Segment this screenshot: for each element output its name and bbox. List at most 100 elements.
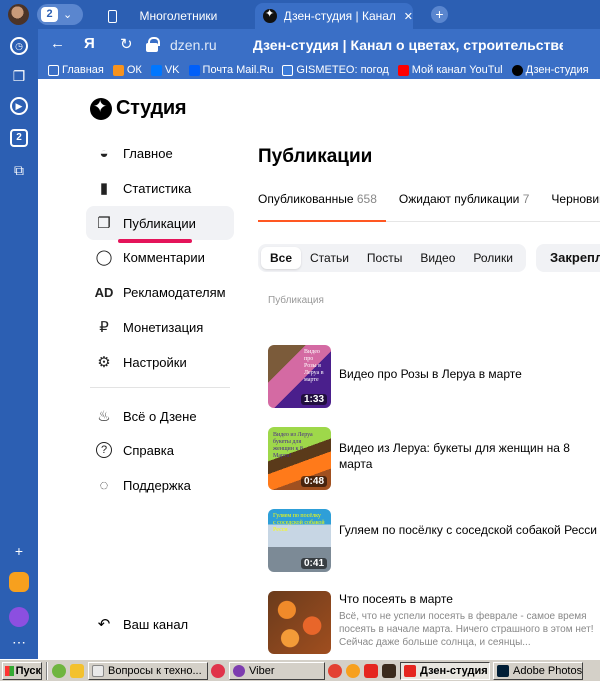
tab-drafts[interactable]: Черновики	[551, 192, 600, 206]
browser-tab-bar: 2 ⌄ Многолетники Дзен-студия | Канал о ц…	[0, 0, 600, 29]
address-bar: ← Я ↻ dzen.ru Дзен-студия | Канал о цвет…	[38, 29, 600, 61]
stats-icon: ▮	[99, 180, 109, 197]
fire-icon: ♨	[97, 408, 111, 425]
publication-row[interactable]: Видео из Леруа букеты для женщин к 8 Мар…	[268, 427, 598, 490]
sidebar-item-label: Монетизация	[123, 319, 204, 335]
filter-articles[interactable]: Статьи	[301, 247, 358, 269]
bookmark-youtube[interactable]: Мой канал YouTul	[397, 64, 503, 76]
filter-all[interactable]: Все	[261, 247, 302, 269]
taskbar-item-questions[interactable]: Вопросы к техно...	[88, 661, 208, 680]
pinned-button[interactable]: Закрепленные	[536, 244, 600, 272]
taskbar-item-dzen-studio[interactable]: Дзен-студия | ...	[400, 661, 490, 680]
viber-icon	[233, 664, 245, 677]
thumbnail-caption: Гуляем по посёлку с соседской собакой Ре…	[273, 513, 325, 533]
tab-scheduled[interactable]: Ожидают публикации 7	[399, 192, 529, 206]
sidebar-item-comments[interactable]: ◯ Комментарии	[86, 240, 234, 274]
bookmark-label: ОК	[126, 64, 142, 76]
publication-text[interactable]: Что посеять в марте Всё, что не успели п…	[339, 591, 598, 654]
taskbar-item-photoshop[interactable]: Adobe Photosh...	[493, 661, 583, 680]
publication-row[interactable]: Что посеять в марте Всё, что не успели п…	[268, 591, 598, 654]
sidebar-item-label: Главное	[123, 145, 173, 161]
publication-thumbnail[interactable]: Гуляем по посёлку с соседской собакой Ре…	[268, 509, 331, 572]
yandex-icon[interactable]	[364, 663, 378, 678]
yandex-browser-icon	[404, 664, 416, 677]
app-icon[interactable]	[346, 663, 360, 678]
collections-icon[interactable]: ❐	[10, 67, 28, 85]
new-tab-button[interactable]: +	[431, 6, 448, 23]
vk-icon	[150, 64, 162, 76]
taskbar-item-viber[interactable]: Viber	[229, 661, 325, 680]
app-icon[interactable]	[211, 663, 225, 678]
filter-shorts[interactable]: Ролики	[464, 247, 522, 269]
sidebar-item-support[interactable]: ◌ Поддержка	[86, 468, 234, 502]
filter-video[interactable]: Видео	[411, 247, 464, 269]
browser-tab-dzen-studio[interactable]: Дзен-студия | Канал о цветах ✕	[255, 3, 413, 29]
tab-label: Ожидают публикации	[398, 192, 520, 206]
browser-tab-mnogoletniki[interactable]: Многолетники	[98, 3, 250, 29]
publication-thumbnail[interactable]	[268, 591, 331, 654]
video-duration: 0:48	[300, 476, 327, 487]
sidebar-item-settings[interactable]: ⚙ Настройки	[86, 345, 234, 379]
taskbar-item-label: Вопросы к техно...	[108, 664, 202, 677]
publication-row[interactable]: Видео про Розы в Леруа в марте 1:33 Виде…	[268, 345, 598, 408]
quicklaunch-icon[interactable]	[52, 663, 66, 678]
tab-count-badge: 2	[41, 7, 58, 22]
publication-title[interactable]: Гуляем по посёлку с соседской собакой Ре…	[339, 509, 597, 572]
publications-icon: ❐	[97, 215, 111, 232]
studio-logo[interactable]: Студия	[90, 97, 187, 120]
publication-thumbnail[interactable]: Видео про Розы в Леруа в марте 1:33	[268, 345, 331, 408]
url-field[interactable]: dzen.ru Дзен-студия | Канал о цветах, ст…	[146, 33, 574, 57]
sidebar-item-label: Статистика	[123, 180, 192, 196]
screenshot-icon[interactable]: ⧉	[10, 161, 28, 179]
bookmark-ok[interactable]: ОК	[112, 64, 142, 76]
publication-title[interactable]: Видео про Розы в Леруа в марте	[339, 345, 522, 408]
publication-title[interactable]: Видео из Леруа: букеты для женщин на 8 м…	[339, 427, 598, 490]
bookmark-gismeteo[interactable]: GISMETEO: погод	[282, 64, 389, 76]
sidebar-item-advertisers[interactable]: AD Рекламодателям	[86, 275, 234, 309]
bookmark-vk[interactable]: VK	[150, 64, 180, 76]
close-icon[interactable]: ✕	[404, 10, 413, 23]
dzen-icon	[511, 64, 523, 76]
publication-thumbnail[interactable]: Видео из Леруа букеты для женщин к 8 Мар…	[268, 427, 331, 490]
tab-group-counter[interactable]: 2 ⌄	[37, 4, 83, 25]
app-icon[interactable]	[9, 572, 29, 592]
bookmark-label: Дзен-студия	[525, 64, 589, 76]
ok-icon	[112, 64, 124, 76]
sidebar-item-main[interactable]: ◒ Главное	[86, 136, 234, 170]
game-icon[interactable]	[382, 663, 396, 678]
more-icon[interactable]: ⋯	[10, 633, 28, 651]
bookmark-mail[interactable]: Почта Mail.Ru	[188, 64, 274, 76]
tab-published[interactable]: Опубликованные 658	[258, 192, 377, 206]
sidebar-item-stats[interactable]: ▮ Статистика	[86, 171, 234, 205]
add-icon[interactable]: +	[10, 542, 28, 560]
back-arrow-icon[interactable]: ←	[50, 35, 65, 52]
sidebar-item-about-dzen[interactable]: ♨ Всё о Дзене	[86, 399, 234, 433]
sidebar-item-publications[interactable]: ❐ Публикации	[86, 206, 234, 240]
publication-row[interactable]: Гуляем по посёлку с соседской собакой Ре…	[268, 509, 598, 572]
sidebar-item-monetization[interactable]: ₽ Монетизация	[86, 310, 234, 344]
comment-icon: ◯	[95, 249, 113, 266]
alice-icon[interactable]	[9, 607, 29, 627]
bookmark-home[interactable]: Главная	[48, 64, 104, 76]
bookmark-label: Почта Mail.Ru	[202, 64, 274, 76]
filter-posts[interactable]: Посты	[358, 247, 411, 269]
tab-counter-icon[interactable]: 2	[10, 129, 28, 147]
tab-label: Опубликованные	[258, 192, 354, 206]
chrome-icon[interactable]	[328, 663, 342, 678]
bookmark-dzen-studio[interactable]: Дзен-студия	[511, 64, 589, 76]
reload-icon[interactable]: ↻	[120, 35, 133, 53]
your-channel-link[interactable]: ↶ Ваш канал	[86, 615, 188, 633]
play-icon[interactable]: ▶	[10, 97, 28, 115]
history-icon[interactable]: ◷	[10, 37, 28, 55]
profile-avatar[interactable]	[8, 4, 29, 25]
folder-icon[interactable]	[70, 663, 84, 678]
start-button[interactable]: Пуск	[2, 661, 42, 680]
help-icon: ?	[96, 442, 112, 458]
sidebar-item-help[interactable]: ? Справка	[86, 433, 234, 467]
yandex-icon[interactable]: Я	[84, 35, 95, 52]
taskbar-item-label: Adobe Photosh...	[513, 664, 583, 677]
dzen-icon	[263, 7, 277, 23]
column-header: Публикация	[268, 295, 324, 306]
sidebar-item-label: Поддержка	[123, 477, 191, 493]
sidebar-item-label: Рекламодателям	[123, 284, 226, 300]
